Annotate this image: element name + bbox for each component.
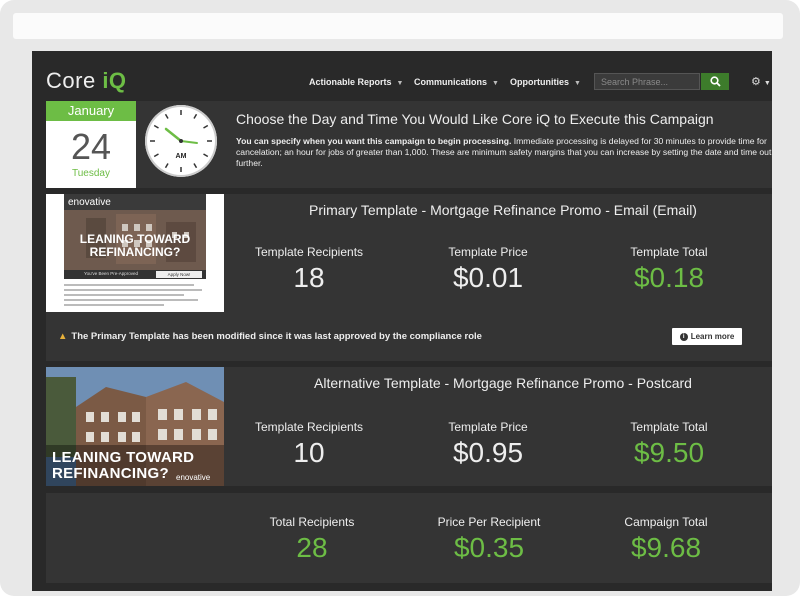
learn-more-button[interactable]: i Learn more [672,328,742,345]
chevron-down-icon: ▼ [492,80,499,87]
metric-label: Template Price [448,420,528,434]
alternative-price: Template Price $0.95 [398,420,578,469]
device-frame: Core iQ Actionable Reports ▼ Communicatio… [0,0,800,596]
metric-value: 28 [296,532,328,563]
date-picker[interactable]: January 24 Tuesday [46,101,136,188]
price-per-recipient: Price Per Recipient $0.35 [399,515,579,564]
thumb-headline-2: REFINANCING? [89,245,181,259]
search-button[interactable] [701,73,729,90]
alternative-recipients: Template Recipients 10 [219,420,399,469]
metric-value: $9.50 [633,437,705,468]
clock-ampm: AM [175,153,187,160]
metric-value: 18 [293,262,325,293]
alternative-template-title: Alternative Template - Mortgage Refinanc… [314,375,692,391]
settings-menu[interactable]: ⚙ ▼ [751,75,771,88]
alternative-total: Template Total $9.50 [579,420,759,469]
compliance-warning: ▲ The Primary Template has been modified … [58,331,482,342]
logo-core-text: Core [46,68,96,93]
warning-icon: ▲ [58,331,68,342]
metric-value: $9.68 [630,532,702,563]
metric-label: Template Total [630,245,708,259]
primary-total: Template Total $0.18 [579,245,759,294]
metric-label: Template Recipients [254,245,364,259]
chevron-down-icon: ▼ [574,80,581,87]
calendar-day: 24 [70,126,112,167]
chevron-down-icon: ▼ [763,80,771,87]
primary-price: Template Price $0.01 [398,245,578,294]
postcard-template-thumbnail[interactable]: LEANING TOWARD REFINANCING? enovative [46,367,224,486]
browser-top-bar [13,13,783,39]
chevron-down-icon: ▼ [396,80,404,87]
calendar-weekday: Tuesday [72,168,110,179]
info-icon: i [679,332,688,341]
metric-label: Template Total [630,420,708,434]
metric-value: $0.18 [633,262,705,293]
primary-template-title: Primary Template - Mortgage Refinance Pr… [309,202,697,218]
gear-icon: ⚙ [751,76,761,88]
postcard-headline-1: LEANING TOWARD [52,449,195,466]
alternative-template-panel: LEANING TOWARD REFINANCING? enovative Al… [46,367,772,486]
warning-text: The Primary Template has been modified s… [71,331,482,342]
thumb-headline-1: LEANING TOWARD [79,232,191,246]
nav-label: Opportunities [510,77,569,87]
calendar-month: January [46,101,136,121]
nav-opportunities[interactable]: Opportunities ▼ [510,77,581,87]
schedule-panel: January 24 Tuesday AM Choose the Day and… [46,101,772,188]
schedule-description: You can specify when you want this campa… [236,136,772,169]
metric-value: $0.01 [452,262,524,293]
time-picker-clock[interactable]: AM [145,105,217,177]
thumb-bar-left: You've Been Pre-Approved [84,271,138,276]
postcard-headline-2: REFINANCING? [52,465,169,482]
thumb-brand: enovative [68,197,111,208]
primary-recipients: Template Recipients 18 [219,245,399,294]
nav-label: Communications [414,77,488,87]
core-iq-logo[interactable]: Core iQ [46,68,127,94]
logo-iq-text: iQ [102,68,127,93]
nav-label: Actionable Reports [309,77,392,87]
primary-template-panel: enovative LEANING TOWARD REFINANCING? Yo… [46,194,772,361]
email-template-thumbnail[interactable]: enovative LEANING TOWARD REFINANCING? Yo… [46,194,224,312]
metric-value: $0.95 [452,437,524,468]
metric-label: Price Per Recipient [437,515,541,529]
metric-label: Total Recipients [269,515,355,529]
schedule-description-bold: You can specify when you want this campa… [236,136,512,146]
metric-value: $0.35 [453,532,525,563]
campaign-total: Campaign Total $9.68 [576,515,756,564]
nav-communications[interactable]: Communications ▼ [414,77,499,87]
total-recipients: Total Recipients 28 [222,515,402,564]
learn-more-label: Learn more [690,332,735,341]
search-icon [709,76,721,87]
clock-face-icon [150,110,212,172]
campaign-totals-panel: Total Recipients 28 Price Per Recipient … [46,493,772,583]
metric-value: 10 [293,437,325,468]
metric-label: Template Price [448,245,528,259]
metric-label: Campaign Total [624,515,708,529]
app-screen: Core iQ Actionable Reports ▼ Communicatio… [32,51,772,591]
nav-actionable-reports[interactable]: Actionable Reports ▼ [309,77,403,87]
search-input[interactable] [594,73,700,90]
postcard-brand: enovative [176,473,211,482]
schedule-title: Choose the Day and Time You Would Like C… [236,111,714,127]
metric-label: Template Recipients [254,420,364,434]
thumb-bar-button: Apply Now! [167,271,191,277]
